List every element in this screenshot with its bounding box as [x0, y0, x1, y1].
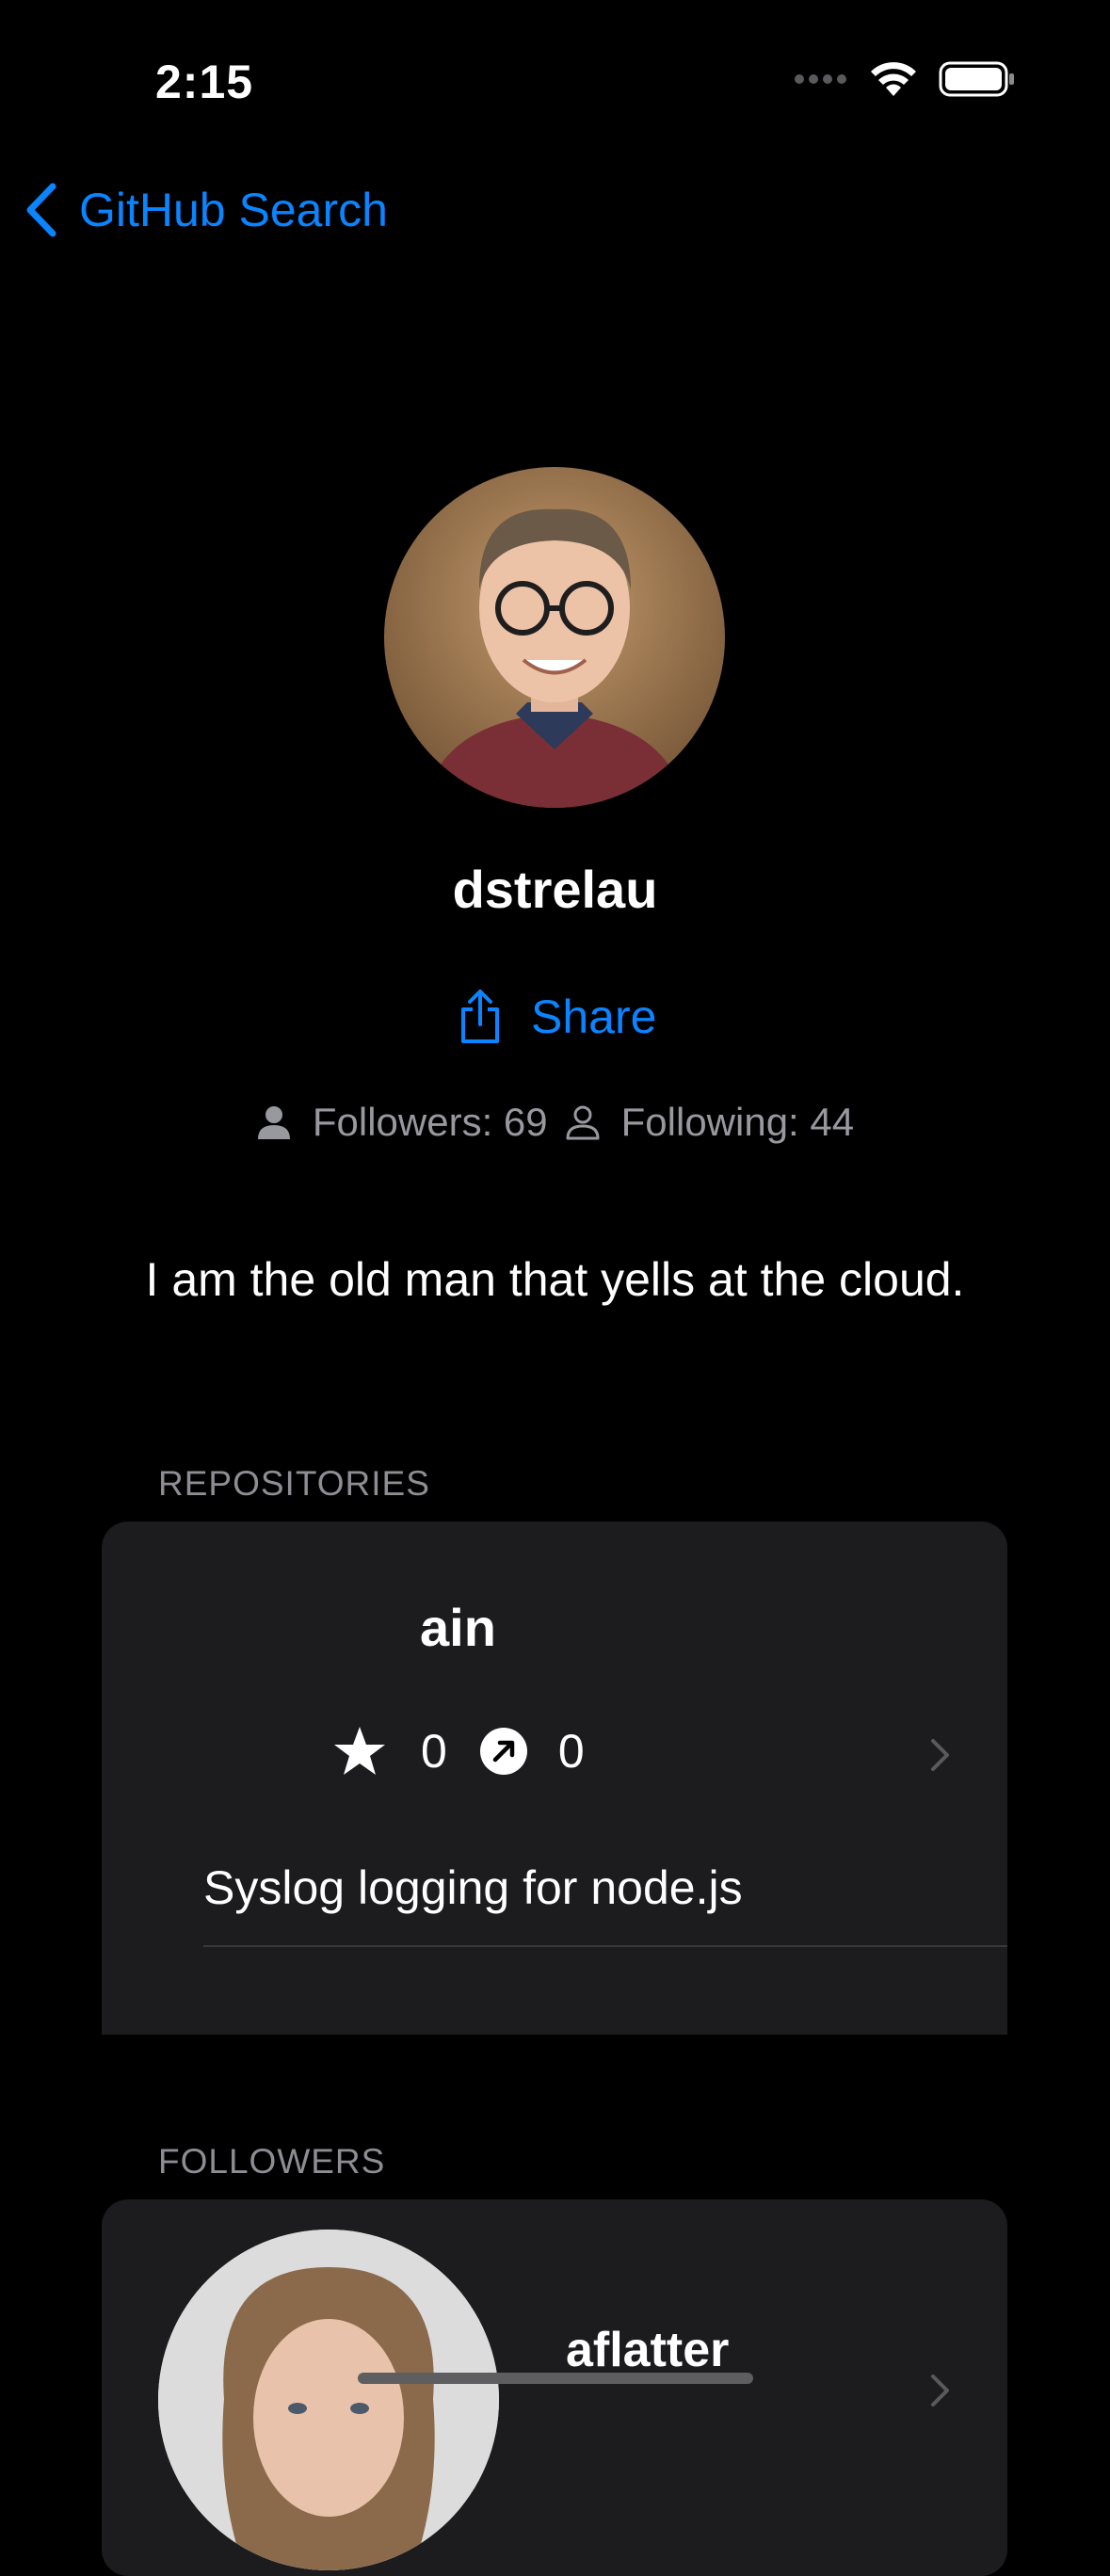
row-separator: [203, 1945, 1007, 1947]
follower-row[interactable]: aflatter: [102, 2199, 1007, 2576]
chevron-left-icon: [26, 183, 56, 237]
followers-count: Followers: 69: [312, 1100, 548, 1144]
follow-stats: Followers: 69 Following: 44: [0, 1100, 1110, 1145]
home-indicator[interactable]: [358, 2373, 753, 2384]
back-label: GitHub Search: [79, 184, 388, 236]
cellular-signal-icon: [795, 74, 846, 84]
follower-login: aflatter: [566, 2323, 730, 2377]
share-icon: [461, 990, 499, 1043]
profile-avatar: [384, 467, 725, 808]
followers-header: FOLLOWERS: [158, 2142, 386, 2181]
repository-row[interactable]: ain 0 0 Syslog logging for node.js: [102, 1521, 1007, 2035]
repo-name: ain: [420, 1598, 496, 1657]
person-fill-icon: [257, 1106, 290, 1139]
star-icon: [334, 1727, 385, 1775]
battery-icon: [939, 61, 1014, 97]
repo-stars: 0: [421, 1725, 447, 1778]
chevron-right-icon: [931, 1739, 949, 1771]
followers-stat[interactable]: Followers: 69: [256, 1100, 548, 1145]
following-count: Following: 44: [620, 1100, 855, 1144]
repo-stats: 0 0: [332, 1724, 585, 1779]
repo-description: Syslog logging for node.js: [203, 1861, 743, 1914]
chevron-right-icon: [931, 2375, 949, 2407]
fork-arrow-icon: [479, 1728, 527, 1775]
repo-forks: 0: [557, 1725, 585, 1778]
person-outline-icon: [566, 1105, 600, 1140]
profile-username: dstrelau: [452, 860, 658, 919]
status-icons: [794, 60, 1016, 98]
share-button[interactable]: Share: [458, 989, 656, 1045]
repositories-header: REPOSITORIES: [158, 1464, 430, 1503]
share-label: Share: [531, 990, 657, 1043]
status-time: 2:15: [155, 56, 254, 108]
back-button[interactable]: GitHub Search: [24, 183, 388, 237]
following-stat[interactable]: Following: 44: [565, 1100, 854, 1145]
follower-avatar: [158, 2230, 499, 2570]
wifi-icon: [871, 62, 916, 96]
profile-bio: I am the old man that yells at the cloud…: [145, 1253, 965, 1306]
